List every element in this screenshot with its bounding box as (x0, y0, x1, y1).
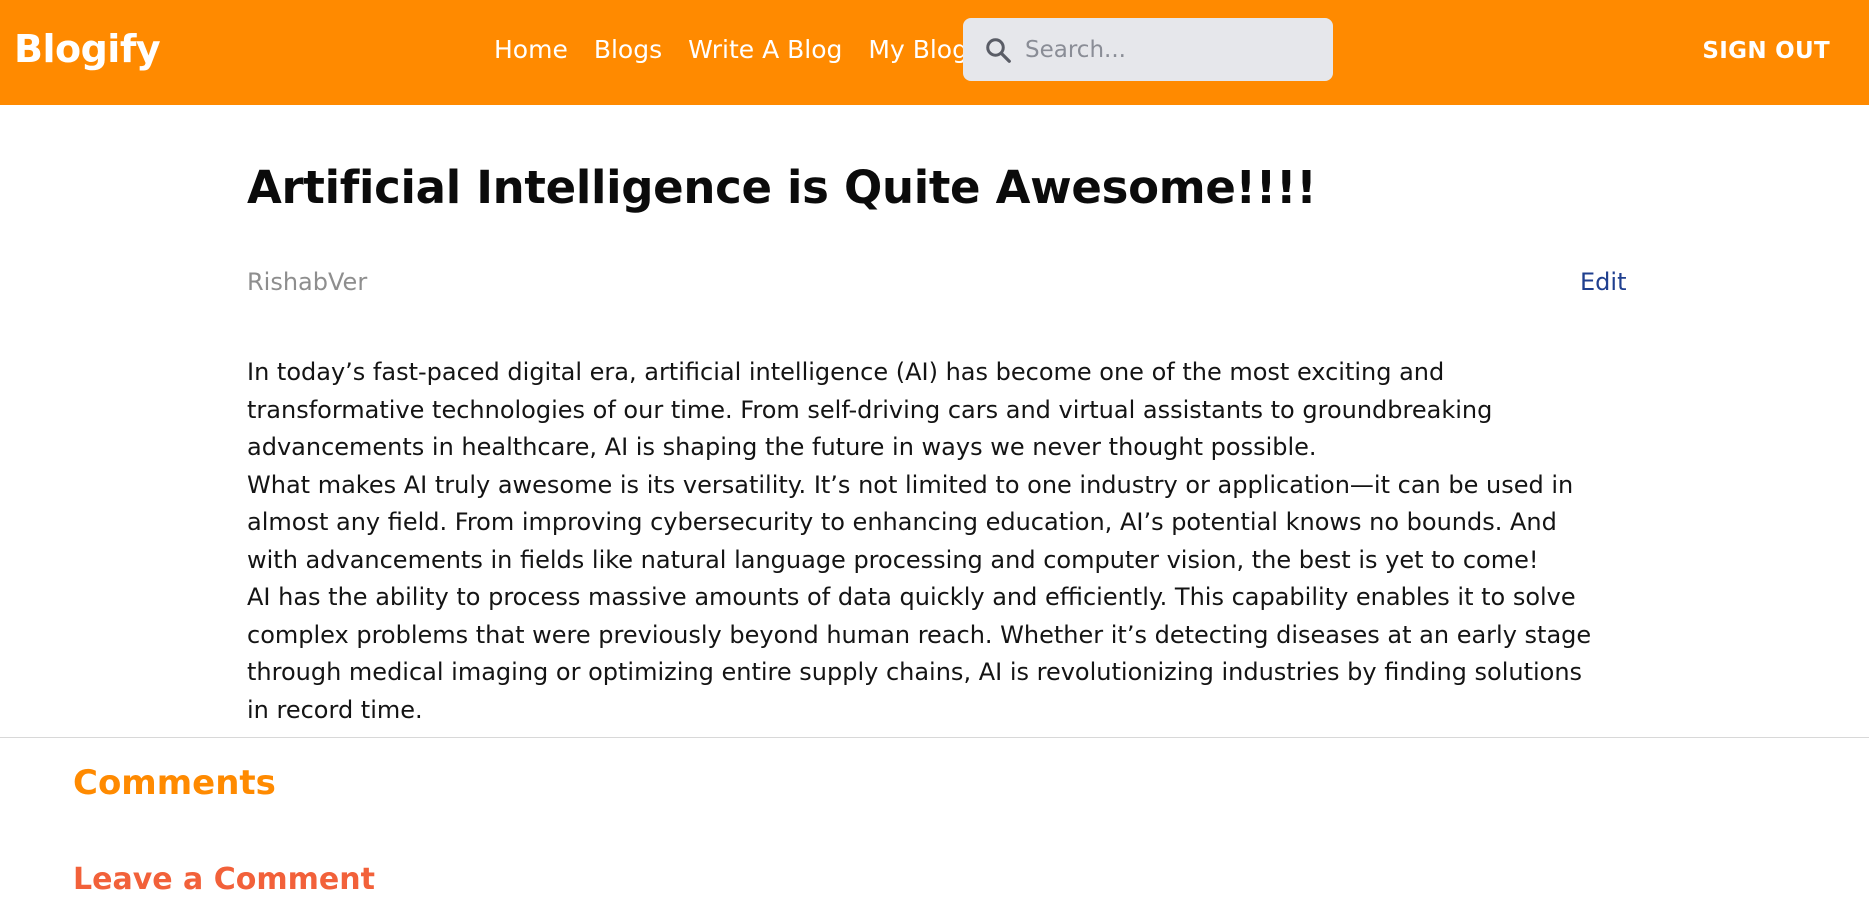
post-paragraph: AI has the ability to process massive am… (247, 583, 1592, 724)
post-author: RishabVer (247, 268, 368, 296)
search-box (963, 18, 1333, 81)
edit-post-link[interactable]: Edit (1580, 268, 1626, 296)
post-body: In today’s fast-paced digital era, artif… (247, 354, 1607, 729)
nav-blogs-link[interactable]: Blogs (594, 35, 662, 64)
post-paragraph: What makes AI truly awesome is its versa… (247, 470, 1574, 574)
brand-logo[interactable]: Blogify (14, 27, 161, 71)
blog-post: Artificial Intelligence is Quite Awesome… (247, 160, 1627, 729)
top-navbar: Blogify Home Blogs Write A Blog My Blogs… (0, 0, 1869, 105)
nav-write-blog-link[interactable]: Write A Blog (688, 35, 842, 64)
leave-comment-heading: Leave a Comment (73, 862, 375, 897)
search-icon (986, 38, 1011, 63)
post-paragraph: In today’s fast-paced digital era, artif… (247, 358, 1493, 461)
main-nav: Home Blogs Write A Blog My Blogs (494, 35, 1007, 64)
section-divider (0, 737, 1869, 738)
comments-heading: Comments (73, 763, 276, 803)
post-meta: RishabVer Edit (247, 268, 1627, 302)
nav-home-link[interactable]: Home (494, 35, 568, 64)
sign-out-button[interactable]: SIGN OUT (1702, 38, 1830, 64)
search-input[interactable] (1025, 18, 1320, 81)
post-title: Artificial Intelligence is Quite Awesome… (247, 161, 1317, 214)
